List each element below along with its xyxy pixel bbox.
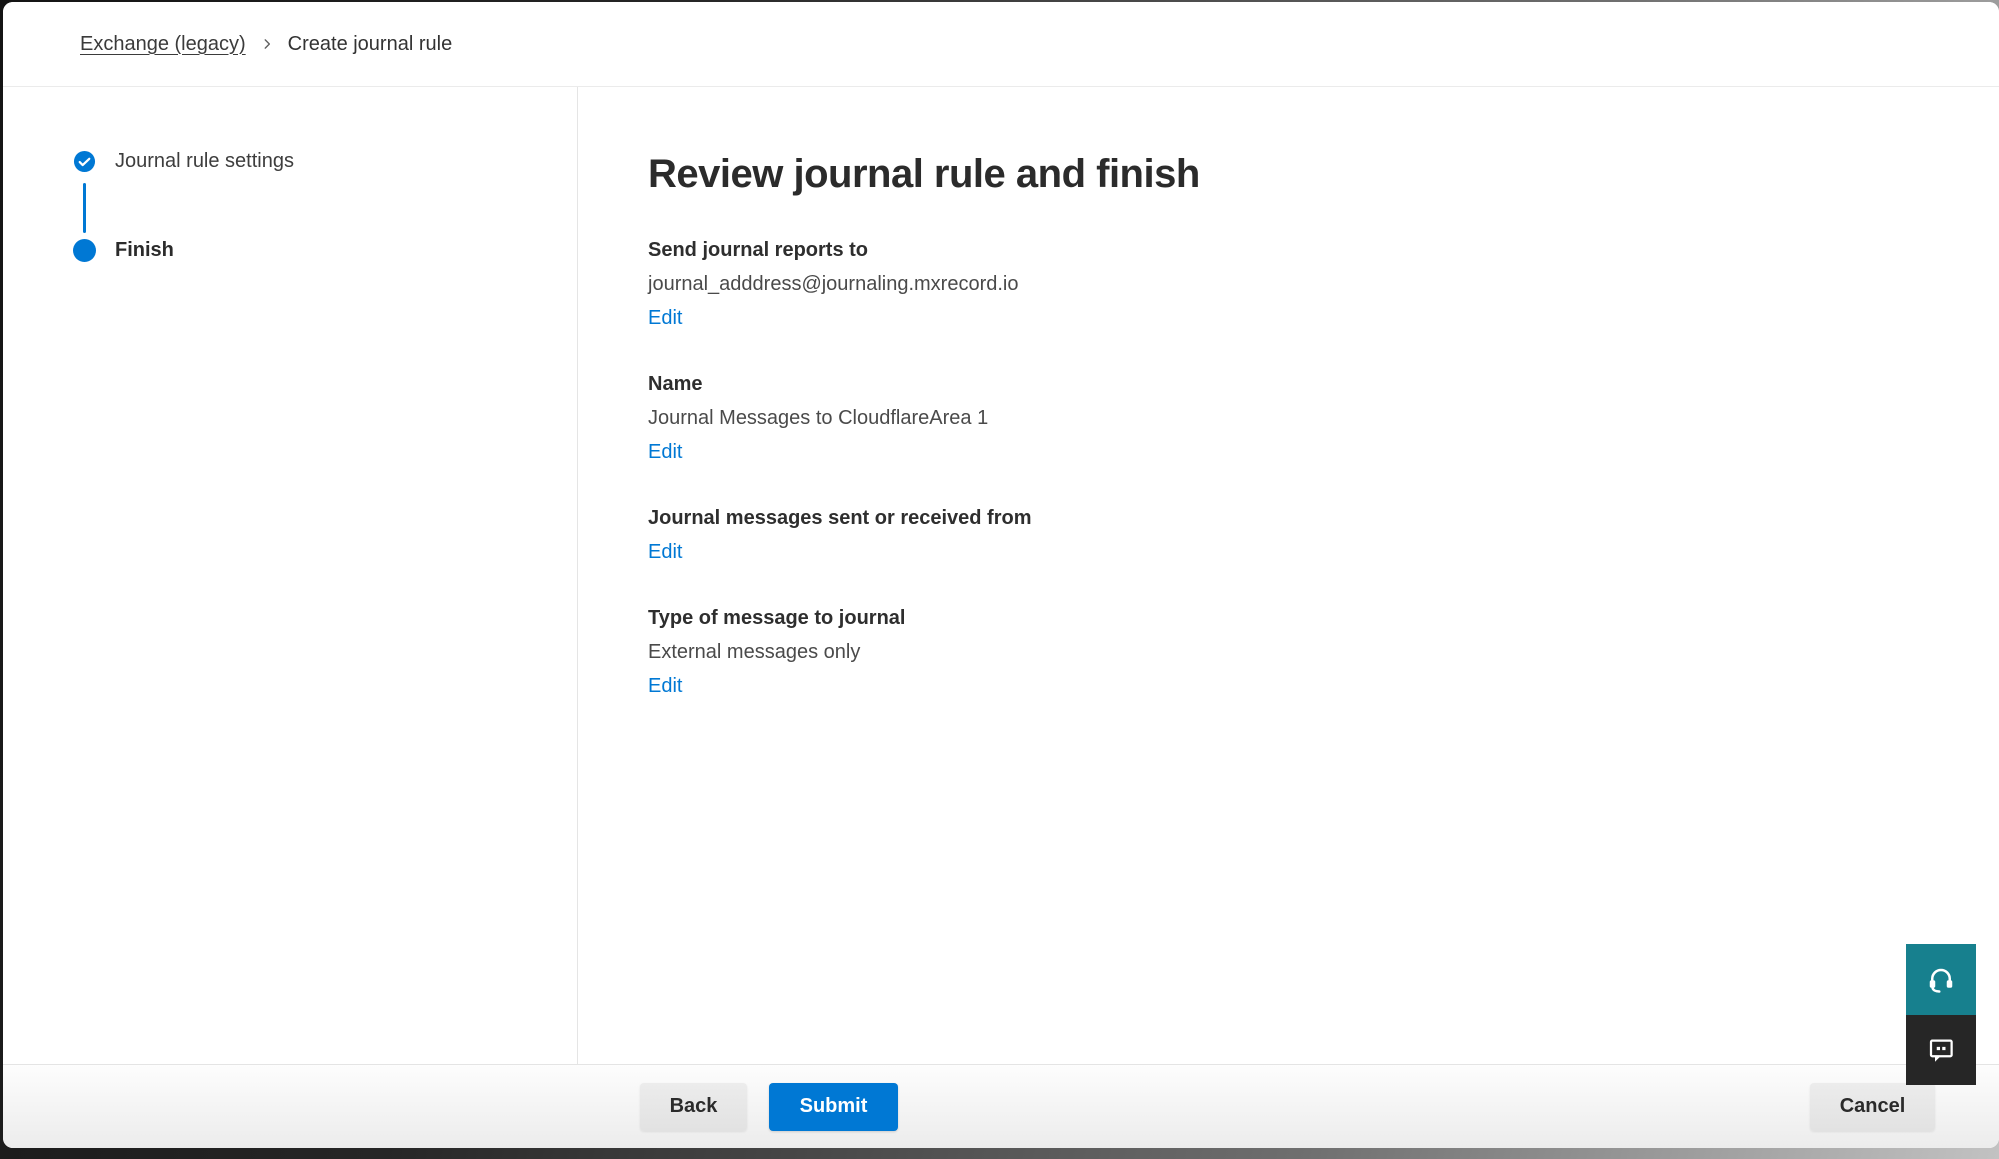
edit-send-journal-reports-link[interactable]: Edit xyxy=(648,305,682,332)
wizard-footer: Back Submit Cancel xyxy=(3,1064,1999,1148)
section-label: Journal messages sent or received from xyxy=(648,505,1999,532)
floating-buttons xyxy=(1906,944,1976,1085)
step-completed-check-icon xyxy=(73,150,96,173)
cancel-button[interactable]: Cancel xyxy=(1810,1083,1935,1131)
sidebar-step-finish[interactable]: Finish xyxy=(115,239,174,262)
section-label: Name xyxy=(648,371,1999,398)
rule-name-value: Journal Messages to CloudflareArea 1 xyxy=(648,405,1999,432)
submit-button[interactable]: Submit xyxy=(769,1083,898,1131)
section-send-journal-reports-to: Send journal reports to journal_adddress… xyxy=(648,237,1999,332)
message-type-value: External messages only xyxy=(648,639,1999,666)
step-current-dot-icon xyxy=(73,239,96,262)
journal-report-address-value: journal_adddress@journaling.mxrecord.io xyxy=(648,271,1999,298)
section-name: Name Journal Messages to CloudflareArea … xyxy=(648,371,1999,466)
wizard-steps-sidebar: Journal rule settings Finish xyxy=(3,87,578,1064)
step-connector-line xyxy=(83,183,86,233)
section-type-of-message: Type of message to journal External mess… xyxy=(648,605,1999,700)
section-journal-messages-scope: Journal messages sent or received from E… xyxy=(648,505,1999,566)
edit-name-link[interactable]: Edit xyxy=(648,439,682,466)
back-button[interactable]: Back xyxy=(640,1083,747,1131)
feedback-button[interactable] xyxy=(1906,1015,1976,1085)
help-button[interactable] xyxy=(1906,944,1976,1015)
breadcrumb-create-journal-rule: Create journal rule xyxy=(288,33,453,56)
page-header: Exchange (legacy) Create journal rule xyxy=(3,2,1999,87)
breadcrumb-exchange-legacy[interactable]: Exchange (legacy) xyxy=(80,33,246,56)
section-label: Type of message to journal xyxy=(648,605,1999,632)
review-pane: Review journal rule and finish Send jour… xyxy=(578,87,1999,1064)
breadcrumb: Exchange (legacy) Create journal rule xyxy=(80,33,452,56)
breadcrumb-chevron-icon xyxy=(260,37,274,51)
admin-center-window: Exchange (legacy) Create journal rule Jo… xyxy=(3,2,1999,1148)
review-sections: Send journal reports to journal_adddress… xyxy=(648,237,1999,700)
content-row: Journal rule settings Finish Review jour… xyxy=(3,87,1999,1064)
page-title: Review journal rule and finish xyxy=(648,149,1999,199)
edit-journal-messages-scope-link[interactable]: Edit xyxy=(648,539,682,566)
headset-icon xyxy=(1926,965,1956,995)
feedback-icon xyxy=(1926,1035,1956,1065)
app-stage: Exchange (legacy) Create journal rule Jo… xyxy=(0,0,1999,1159)
sidebar-step-journal-rule-settings[interactable]: Journal rule settings xyxy=(115,150,294,173)
section-label: Send journal reports to xyxy=(648,237,1999,264)
edit-type-of-message-link[interactable]: Edit xyxy=(648,673,682,700)
